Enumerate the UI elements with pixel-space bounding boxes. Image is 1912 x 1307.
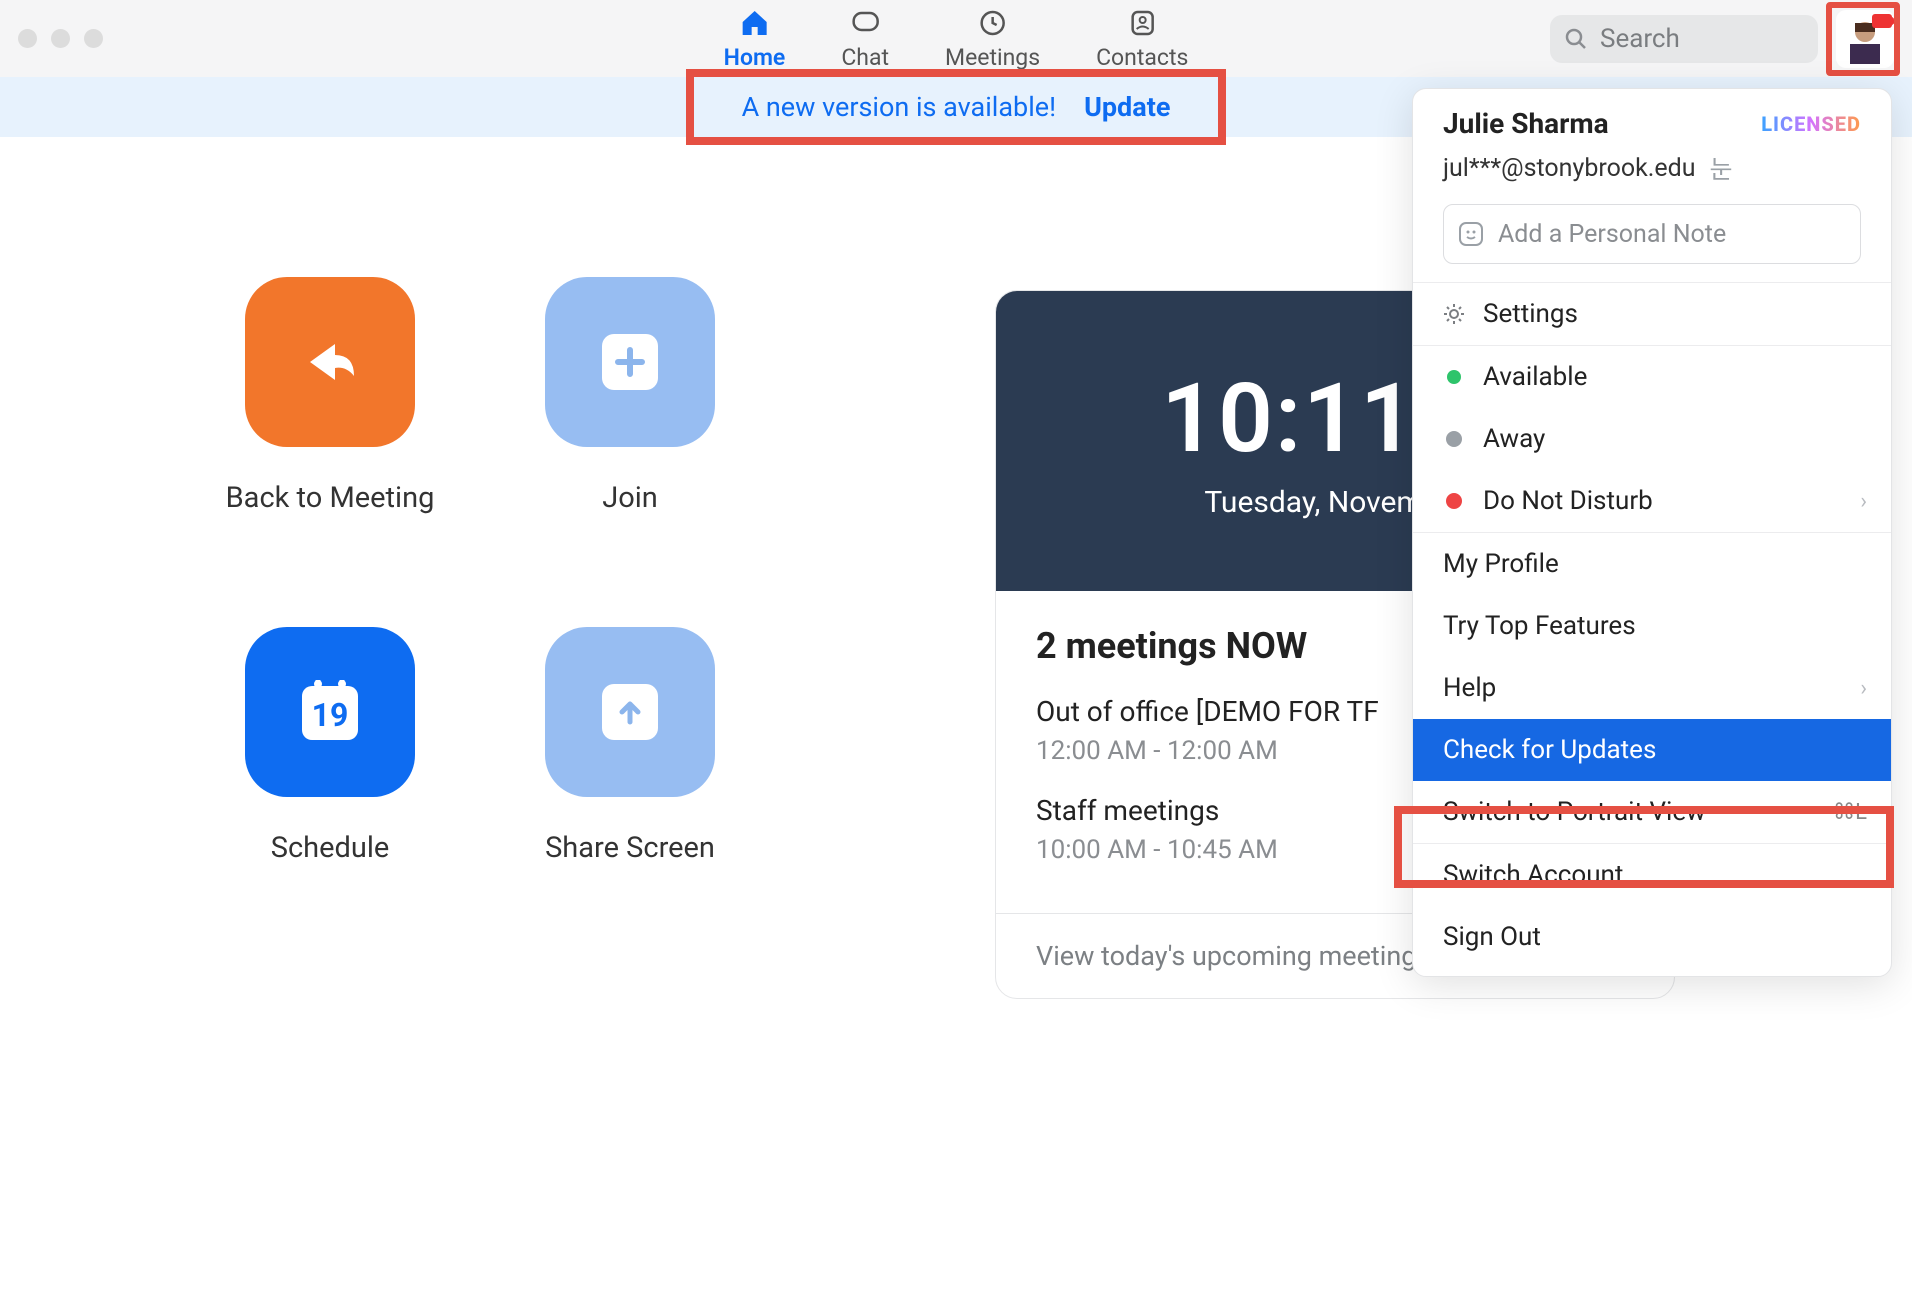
status-away-icon bbox=[1446, 431, 1462, 447]
tab-home-label: Home bbox=[724, 44, 786, 71]
menu-sign-out[interactable]: Sign Out bbox=[1413, 906, 1891, 968]
update-banner-text: A new version is available! bbox=[742, 91, 1056, 123]
join-label: Join bbox=[602, 481, 658, 515]
title-bar: Home Chat Meetings Contacts Search bbox=[0, 0, 1912, 77]
back-to-meeting-label: Back to Meeting bbox=[226, 481, 435, 515]
recording-icon bbox=[1872, 14, 1892, 28]
plus-icon bbox=[545, 277, 715, 447]
menu-try-top-features[interactable]: Try Top Features bbox=[1413, 595, 1891, 657]
menu-my-profile[interactable]: My Profile bbox=[1413, 533, 1891, 595]
schedule-button[interactable]: 19 Schedule bbox=[190, 627, 470, 967]
search-placeholder: Search bbox=[1600, 24, 1680, 54]
license-badge: LICENSED bbox=[1761, 112, 1861, 136]
status-available-icon bbox=[1447, 370, 1461, 384]
update-link[interactable]: Update bbox=[1084, 91, 1170, 123]
contacts-icon bbox=[1125, 6, 1159, 40]
window-zoom-icon[interactable] bbox=[84, 29, 103, 48]
share-screen-label: Share Screen bbox=[545, 831, 715, 865]
home-icon bbox=[737, 6, 771, 40]
profile-avatar[interactable] bbox=[1836, 10, 1894, 68]
hide-email-icon[interactable]: 눈 bbox=[1710, 150, 1733, 186]
calendar-icon: 19 bbox=[245, 627, 415, 797]
schedule-label: Schedule bbox=[271, 831, 390, 865]
tab-meetings[interactable]: Meetings bbox=[945, 6, 1040, 77]
menu-switch-account[interactable]: Switch Account bbox=[1413, 844, 1891, 906]
profile-menu: Julie Sharma LICENSED jul***@stonybrook.… bbox=[1412, 88, 1892, 977]
chevron-right-icon: › bbox=[1860, 489, 1867, 514]
svg-text:19: 19 bbox=[312, 696, 349, 734]
status-away[interactable]: Away bbox=[1413, 408, 1891, 470]
gear-icon bbox=[1443, 303, 1465, 325]
clock-icon bbox=[976, 6, 1010, 40]
personal-note-input[interactable]: Add a Personal Note bbox=[1443, 204, 1861, 264]
status-dnd[interactable]: Do Not Disturb › bbox=[1413, 470, 1891, 532]
personal-note-placeholder: Add a Personal Note bbox=[1498, 220, 1726, 249]
smiley-icon bbox=[1458, 221, 1484, 247]
window-minimize-icon[interactable] bbox=[51, 29, 70, 48]
profile-email: jul***@stonybrook.edu 눈 bbox=[1443, 150, 1861, 186]
tab-chat-label: Chat bbox=[841, 44, 889, 71]
chat-icon bbox=[848, 6, 882, 40]
tab-meetings-label: Meetings bbox=[945, 44, 1040, 71]
menu-check-for-updates[interactable]: Check for Updates bbox=[1413, 719, 1891, 781]
share-screen-button[interactable]: Share Screen bbox=[490, 627, 770, 967]
status-available[interactable]: Available bbox=[1413, 346, 1891, 408]
tab-contacts[interactable]: Contacts bbox=[1096, 6, 1188, 77]
search-input[interactable]: Search bbox=[1550, 15, 1818, 63]
chevron-right-icon: › bbox=[1860, 676, 1867, 701]
share-icon bbox=[545, 627, 715, 797]
join-button[interactable]: Join bbox=[490, 277, 770, 617]
action-grid: Back to Meeting Join 19 Schedule Share S… bbox=[190, 277, 770, 967]
menu-help[interactable]: Help › bbox=[1413, 657, 1891, 719]
status-dnd-icon bbox=[1446, 493, 1462, 509]
shortcut-label: ⌘L bbox=[1833, 800, 1867, 825]
window-close-icon[interactable] bbox=[18, 29, 37, 48]
search-icon bbox=[1564, 27, 1588, 51]
tab-contacts-label: Contacts bbox=[1096, 44, 1188, 71]
tab-chat[interactable]: Chat bbox=[841, 6, 889, 77]
back-arrow-icon bbox=[245, 277, 415, 447]
window-controls bbox=[18, 29, 103, 48]
menu-settings[interactable]: Settings bbox=[1413, 283, 1891, 345]
profile-name: Julie Sharma bbox=[1443, 107, 1609, 140]
nav-tabs: Home Chat Meetings Contacts bbox=[724, 0, 1189, 77]
menu-portrait-view[interactable]: Switch to Portrait View ⌘L bbox=[1413, 781, 1891, 843]
tab-home[interactable]: Home bbox=[724, 6, 786, 77]
back-to-meeting-button[interactable]: Back to Meeting bbox=[190, 277, 470, 617]
